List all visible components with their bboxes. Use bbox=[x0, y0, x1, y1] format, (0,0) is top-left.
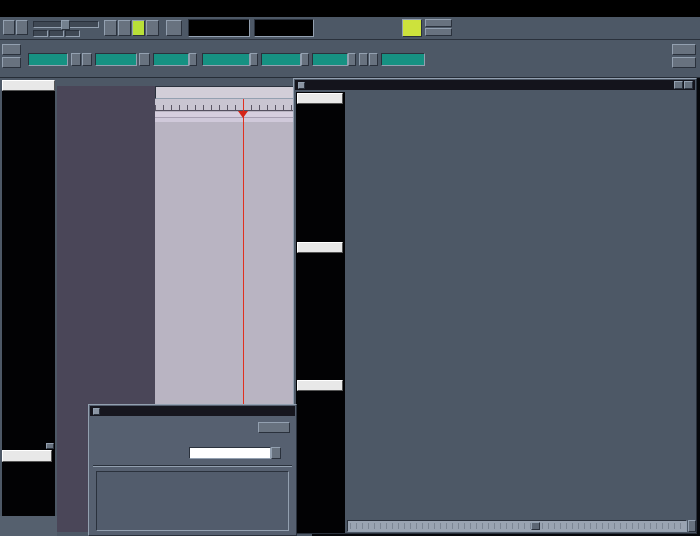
mixer-left-panel bbox=[296, 92, 345, 533]
shuttle-handle[interactable] bbox=[61, 20, 70, 30]
zoom-focus-arrow-icon bbox=[189, 53, 197, 66]
toolbar-left-button-2[interactable] bbox=[2, 57, 21, 68]
editor-bottom-panel bbox=[0, 516, 57, 536]
tracks-panel-header[interactable] bbox=[2, 80, 55, 91]
menubar bbox=[0, 0, 700, 17]
plugin-window bbox=[88, 404, 297, 536]
zoom-focus-select[interactable] bbox=[153, 53, 197, 66]
transport-option-buttons bbox=[318, 20, 398, 37]
follow-playhead-button[interactable] bbox=[402, 19, 422, 37]
plugin-separator bbox=[93, 465, 292, 467]
shuttle-display-3 bbox=[65, 30, 80, 37]
mixer-scroll-corner-button[interactable] bbox=[688, 520, 696, 532]
edit-groups-scroll-button[interactable] bbox=[46, 443, 54, 449]
plugin-titlebar[interactable] bbox=[90, 406, 295, 416]
shuttle-display-1 bbox=[33, 30, 48, 37]
toolbar-left-button-1[interactable] bbox=[2, 44, 21, 55]
zoom-in-button[interactable] bbox=[82, 53, 92, 66]
snap-mode-value bbox=[261, 53, 301, 66]
secondary-clock[interactable] bbox=[254, 19, 314, 37]
loop-button[interactable] bbox=[104, 20, 117, 36]
playhead-marker-icon[interactable] bbox=[238, 111, 248, 118]
plugin-preset-combo[interactable] bbox=[189, 447, 281, 459]
mixer-hscrollbar[interactable] bbox=[347, 520, 687, 532]
plugin-bypass-button[interactable] bbox=[258, 422, 290, 433]
snap-mode-select[interactable] bbox=[261, 53, 309, 66]
shuttle-slider[interactable] bbox=[33, 21, 99, 28]
bars-ruler[interactable] bbox=[155, 99, 312, 111]
edit-clock[interactable] bbox=[28, 53, 68, 66]
zoom-to-session-button[interactable] bbox=[139, 53, 150, 66]
bars-ruler-ticks bbox=[155, 105, 312, 110]
snap-to-arrow-icon bbox=[250, 53, 258, 66]
toolbar-right-button-2[interactable] bbox=[672, 57, 696, 68]
transport-bar bbox=[0, 17, 700, 40]
zoom-out-button[interactable] bbox=[71, 53, 81, 66]
hscroll-handle[interactable] bbox=[531, 522, 540, 530]
mixer-strips bbox=[347, 92, 696, 518]
zoom-span-clock[interactable] bbox=[95, 53, 137, 66]
ruler-label-column bbox=[57, 86, 155, 122]
snap-mode-arrow-icon bbox=[301, 53, 309, 66]
plugin-preset-arrow-icon[interactable] bbox=[271, 447, 281, 459]
forward-button[interactable] bbox=[16, 20, 28, 35]
toolbar-right-button-1[interactable] bbox=[672, 44, 696, 55]
auto-return-button[interactable] bbox=[425, 28, 452, 36]
nudge-back-button[interactable] bbox=[359, 53, 368, 66]
auto-input-button[interactable] bbox=[425, 19, 452, 27]
mixer-maximize-button[interactable] bbox=[674, 81, 683, 89]
strips-panel-header[interactable] bbox=[297, 93, 343, 104]
edit-mode-select[interactable] bbox=[312, 53, 356, 66]
nudge-forward-button[interactable] bbox=[369, 53, 378, 66]
ardour-screen bbox=[0, 0, 700, 536]
mixer-close-button[interactable] bbox=[684, 81, 693, 89]
edit-toolbar bbox=[0, 40, 700, 78]
edit-mode-value bbox=[312, 53, 348, 66]
mouse-mode-buttons bbox=[444, 44, 524, 70]
mixer-window-menu-icon[interactable] bbox=[298, 82, 305, 89]
mixer-titlebar[interactable] bbox=[295, 80, 695, 90]
plugin-controls-panel bbox=[96, 471, 289, 531]
rewind-button[interactable] bbox=[3, 20, 15, 35]
record-button[interactable] bbox=[166, 20, 182, 36]
stop-button[interactable] bbox=[146, 20, 159, 36]
mix-groups-header[interactable] bbox=[297, 242, 343, 253]
goto-start-button[interactable] bbox=[118, 20, 131, 36]
mixer-window bbox=[293, 78, 697, 534]
nudge-clock[interactable] bbox=[381, 53, 425, 66]
smpte-ruler[interactable] bbox=[155, 86, 312, 99]
hscroll-ticks bbox=[350, 523, 684, 529]
snap-to-select[interactable] bbox=[202, 53, 258, 66]
plugin-window-menu-icon[interactable] bbox=[93, 408, 100, 415]
plugin-preset-value[interactable] bbox=[189, 447, 271, 459]
snap-to-value bbox=[202, 53, 250, 66]
snapshots-header[interactable] bbox=[297, 380, 343, 391]
edit-groups-header[interactable] bbox=[2, 450, 52, 462]
shuttle-display-2 bbox=[49, 30, 64, 37]
play-button[interactable] bbox=[132, 20, 145, 36]
primary-clock[interactable] bbox=[188, 19, 250, 37]
zoom-focus-value bbox=[153, 53, 189, 66]
edit-mode-arrow-icon bbox=[348, 53, 356, 66]
